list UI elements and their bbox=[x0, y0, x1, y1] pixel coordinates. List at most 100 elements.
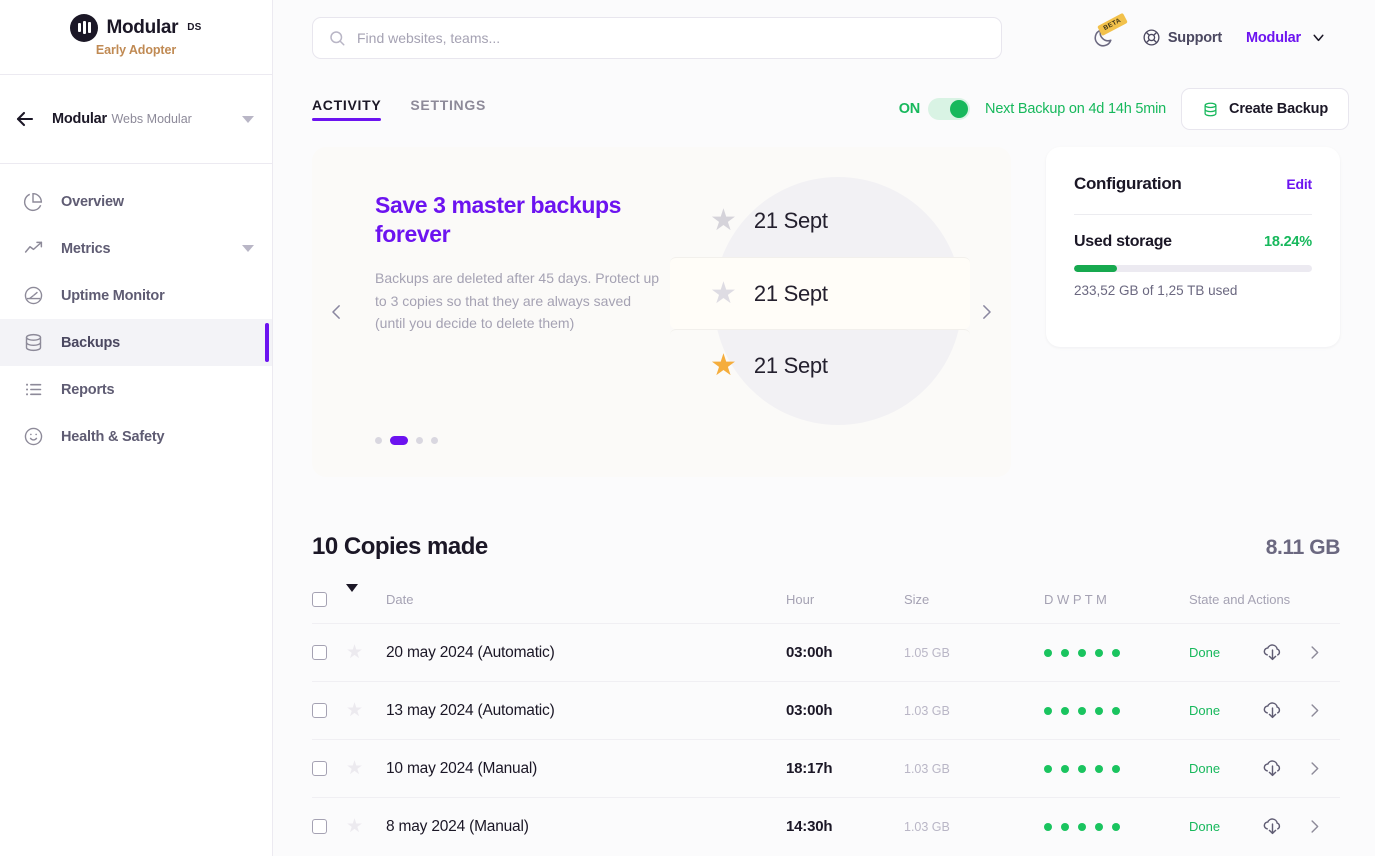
topbar: BETA Support Modular bbox=[273, 0, 1375, 75]
status-dot bbox=[1061, 706, 1069, 715]
table-row[interactable]: ★ 8 may 2024 (Manual) 14:30h 1.03 GB Done bbox=[312, 797, 1340, 856]
create-backup-button[interactable]: Create Backup bbox=[1181, 88, 1349, 130]
project-name: Modular bbox=[52, 111, 107, 127]
list-icon bbox=[22, 379, 44, 401]
project-switcher[interactable]: Modular Webs Modular bbox=[0, 75, 272, 164]
used-storage-detail: 233,52 GB of 1,25 TB used bbox=[1074, 283, 1238, 298]
table-row[interactable]: ★ 13 may 2024 (Automatic) 03:00h 1.03 GB Don… bbox=[312, 681, 1340, 740]
database-icon bbox=[1202, 101, 1219, 118]
status-badge: Done bbox=[1189, 703, 1221, 718]
tab-activity[interactable]: ACTIVITY bbox=[312, 97, 382, 121]
chevron-down-icon bbox=[1310, 29, 1327, 46]
dark-mode-toggle[interactable]: BETA bbox=[1088, 12, 1128, 53]
sidebar-item-label: Backups bbox=[61, 334, 121, 351]
sidebar-item-health-safety[interactable]: Health & Safety bbox=[0, 413, 272, 460]
column-header-hour[interactable]: Hour bbox=[786, 592, 904, 624]
tabs-row: ACTIVITY SETTINGS ON Next Backup on 4d 1… bbox=[273, 75, 1375, 131]
toggle-knob bbox=[950, 100, 969, 118]
row-size-cell: 1.03 GB bbox=[904, 681, 1044, 740]
table-row[interactable]: ★ 10 may 2024 (Manual) 18:17h 1.03 GB Done bbox=[312, 739, 1340, 798]
smiley-icon bbox=[22, 426, 44, 448]
carousel-prev-button[interactable] bbox=[326, 302, 347, 323]
download-cloud-icon[interactable] bbox=[1261, 699, 1305, 722]
row-size: 1.05 GB bbox=[904, 645, 950, 660]
support-button[interactable]: Support bbox=[1142, 28, 1222, 47]
star-icon[interactable]: ★ bbox=[346, 758, 363, 779]
status-dot-group bbox=[1044, 706, 1189, 715]
chevron-right-icon[interactable] bbox=[1305, 817, 1324, 836]
carousel-dot[interactable] bbox=[375, 437, 382, 444]
chevron-down-icon[interactable] bbox=[242, 245, 254, 252]
row-date: 13 may 2024 (Automatic) bbox=[386, 701, 555, 719]
row-checkbox[interactable] bbox=[312, 703, 327, 718]
row-checkbox[interactable] bbox=[312, 761, 327, 776]
auto-backup-toggle[interactable] bbox=[928, 98, 971, 120]
auto-backup-toggle-group[interactable]: ON bbox=[899, 98, 971, 120]
star-icon[interactable]: ★ bbox=[346, 816, 363, 837]
carousel-next-button[interactable] bbox=[976, 302, 997, 323]
sort-desc-icon[interactable] bbox=[346, 584, 358, 607]
download-cloud-icon[interactable] bbox=[1261, 641, 1305, 664]
brand-block[interactable]: Modular DS Early Adopter bbox=[0, 0, 272, 75]
row-date-cell: 8 may 2024 (Manual) bbox=[386, 797, 786, 856]
status-dot bbox=[1078, 706, 1086, 715]
user-menu[interactable]: Modular bbox=[1246, 29, 1327, 46]
table-row[interactable]: ★ 20 may 2024 (Automatic) 03:00h 1.05 GB Don… bbox=[312, 623, 1340, 682]
star-icon: ★ bbox=[710, 276, 737, 310]
row-date: 10 may 2024 (Manual) bbox=[386, 759, 538, 777]
sort-header bbox=[346, 584, 386, 624]
row-hour: 18:17h bbox=[786, 759, 833, 777]
used-storage-header: Used storage 18.24% bbox=[1074, 233, 1312, 251]
sidebar-item-overview[interactable]: Overview bbox=[0, 178, 272, 225]
divider bbox=[1074, 214, 1312, 215]
promo-banner: Save 3 master backups forever Backups ar… bbox=[312, 147, 1011, 477]
download-cloud-icon[interactable] bbox=[1261, 815, 1305, 838]
tab-settings[interactable]: SETTINGS bbox=[410, 97, 486, 121]
row-dots-cell bbox=[1044, 681, 1189, 740]
sidebar-item-backups[interactable]: Backups bbox=[0, 319, 272, 366]
status-dot bbox=[1112, 764, 1120, 773]
star-icon[interactable]: ★ bbox=[346, 642, 363, 663]
carousel-dot-active[interactable] bbox=[390, 436, 408, 445]
illustration-row: ★ 21 Sept bbox=[670, 329, 970, 401]
status-dot-group bbox=[1044, 648, 1189, 657]
row-checkbox[interactable] bbox=[312, 819, 327, 835]
row-hour-cell: 03:00h bbox=[786, 623, 904, 682]
chevron-right-icon[interactable] bbox=[1305, 701, 1324, 720]
status-dot bbox=[1044, 764, 1052, 773]
row-size-cell: 1.03 GB bbox=[904, 797, 1044, 856]
download-cloud-icon[interactable] bbox=[1261, 757, 1305, 780]
sidebar-item-metrics[interactable]: Metrics bbox=[0, 225, 272, 272]
select-all-checkbox[interactable] bbox=[312, 592, 327, 607]
used-storage-title: Used storage bbox=[1074, 233, 1172, 250]
status-dot bbox=[1112, 822, 1120, 831]
sidebar-item-uptime-monitor[interactable]: Uptime Monitor bbox=[0, 272, 272, 319]
row-size: 1.03 GB bbox=[904, 703, 950, 718]
search-input[interactable] bbox=[357, 29, 986, 46]
chevron-right-icon[interactable] bbox=[1305, 643, 1324, 662]
column-header-date[interactable]: Date bbox=[386, 592, 786, 624]
carousel-dot[interactable] bbox=[416, 437, 423, 444]
back-arrow-icon[interactable] bbox=[12, 106, 38, 132]
sidebar-item-label: Health & Safety bbox=[61, 428, 165, 445]
sidebar-item-reports[interactable]: Reports bbox=[0, 366, 272, 413]
status-dot bbox=[1044, 822, 1052, 831]
chevron-right-icon[interactable] bbox=[1305, 759, 1324, 778]
status-dot bbox=[1078, 648, 1086, 657]
star-icon[interactable]: ★ bbox=[346, 700, 363, 721]
row-checkbox[interactable] bbox=[312, 645, 327, 660]
illustration-date: 21 Sept bbox=[753, 208, 828, 233]
next-backup-text: Next Backup on 4d 14h 5min bbox=[985, 101, 1167, 117]
chevron-down-icon[interactable] bbox=[242, 115, 254, 123]
column-header-size[interactable]: Size bbox=[904, 592, 1044, 624]
topbar-actions: BETA Support Modular bbox=[1088, 12, 1353, 53]
search-bar[interactable] bbox=[312, 16, 1002, 59]
status-dot bbox=[1078, 764, 1086, 773]
banner-description: Backups are deleted after 45 days. Prote… bbox=[375, 269, 660, 332]
backup-controls: ON Next Backup on 4d 14h 5min Create Bac… bbox=[899, 88, 1349, 130]
cards-row: Save 3 master backups forever Backups ar… bbox=[273, 131, 1375, 477]
star-icon: ★ bbox=[710, 204, 737, 237]
pie-chart-icon bbox=[22, 191, 44, 213]
carousel-dot[interactable] bbox=[431, 437, 438, 444]
configuration-edit-link[interactable]: Edit bbox=[1286, 176, 1312, 192]
